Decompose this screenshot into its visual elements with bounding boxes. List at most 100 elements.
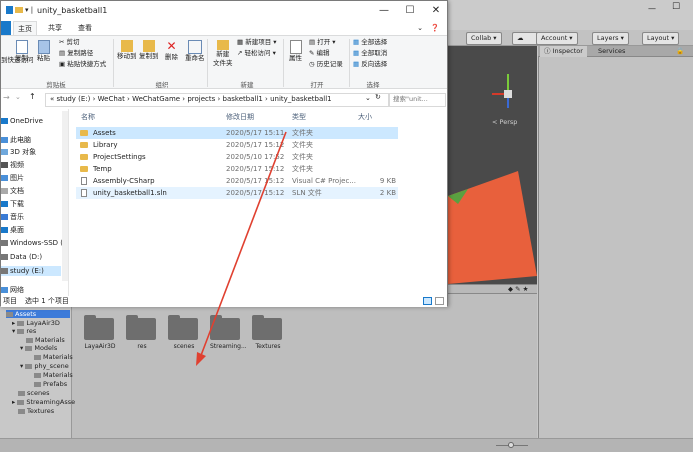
history-button[interactable]: ◷ 历史记录 — [309, 60, 343, 69]
tab-share[interactable]: 共享 — [43, 21, 67, 35]
layers-button[interactable]: Layers ▾ — [592, 32, 629, 45]
help-icon[interactable]: ❓ — [429, 21, 441, 35]
tree-item-res[interactable]: ▾ res — [12, 327, 36, 335]
paste-shortcut-button[interactable]: ▣ 粘贴快捷方式 — [59, 60, 106, 69]
tab-home[interactable]: 主页 — [13, 21, 37, 35]
nav-item-3d[interactable]: 3D 对象 — [1, 147, 36, 157]
up-icon[interactable]: ↑ — [29, 92, 36, 101]
title-bar[interactable]: ▾ | unity_basketball1 — ☐ ✕ — [1, 1, 447, 21]
tab-inspector[interactable]: ⓘ Inspector — [540, 46, 587, 57]
asset-folder[interactable]: res — [126, 315, 158, 350]
asset-folder[interactable]: LayaAir3D — [84, 315, 116, 350]
lock-icon[interactable]: 🔒 — [672, 46, 688, 57]
tab-file[interactable] — [1, 21, 11, 35]
address-dropdown-icon[interactable]: ⌄ — [365, 94, 371, 102]
select-none-button[interactable]: ▦ 全部取消 — [353, 49, 387, 58]
column-header-name[interactable]: 名称 — [81, 112, 95, 122]
asset-folder[interactable]: scenes — [168, 315, 200, 350]
quick-access-toolbar[interactable]: ▾ | — [25, 6, 33, 14]
tree-item-streaming[interactable]: ▸ StreamingAsse — [12, 398, 75, 406]
copy-button[interactable]: 复制 — [15, 40, 28, 63]
nav-item-this-pc[interactable]: 此电脑 — [1, 135, 31, 145]
nav-item-pictures[interactable]: 图片 — [1, 173, 24, 183]
nav-item-network[interactable]: 网络 — [1, 285, 24, 295]
nav-item-videos[interactable]: 视频 — [1, 160, 24, 170]
nav-scrollbar[interactable] — [62, 111, 68, 281]
file-row[interactable]: ProjectSettings 2020/5/10 17:52 文件夹 — [76, 151, 398, 163]
large-icons-view-icon[interactable] — [435, 297, 444, 305]
easy-access-button[interactable]: ↗ 轻松访问 ▾ — [237, 49, 276, 58]
properties-button[interactable]: 属性 — [289, 40, 302, 63]
asset-folder[interactable]: Streaming... — [210, 315, 247, 350]
column-header-type[interactable]: 类型 — [292, 112, 306, 122]
nav-item-drive-d[interactable]: Data (D:) — [1, 252, 42, 262]
file-row[interactable]: Assets 2020/5/17 15:11 文件夹 — [76, 127, 398, 139]
account-button[interactable]: Account ▾ — [536, 32, 578, 45]
cut-button[interactable]: ✂ 剪切 — [59, 38, 80, 47]
asset-folder[interactable]: Textures — [252, 315, 284, 350]
tab-view[interactable]: 查看 — [73, 21, 97, 35]
file-row[interactable]: Assembly-CSharp 2020/5/17 15:12 Visual C# … — [76, 175, 398, 187]
details-view-icon[interactable] — [423, 297, 432, 305]
tree-item-phy-scene[interactable]: ▾ phy_scene — [20, 362, 69, 370]
nav-item-music[interactable]: 音乐 — [1, 212, 24, 222]
project-toolbar-icons[interactable]: ◆ ✎ ★ — [508, 285, 528, 293]
ribbon-collapse-icon[interactable]: ⌄ — [415, 21, 425, 35]
back-icon[interactable]: → — [3, 93, 10, 102]
search-input[interactable]: 搜索"unit... — [389, 93, 446, 107]
tree-item-scenes[interactable]: scenes — [18, 389, 49, 397]
tree-item-assets[interactable]: Assets — [6, 310, 70, 318]
column-header-date[interactable]: 修改日期 — [226, 112, 254, 122]
network-icon — [1, 287, 8, 293]
tree-item-models[interactable]: ▾ Models — [20, 344, 57, 352]
nav-item-documents[interactable]: 文档 — [1, 186, 24, 196]
recent-dropdown-icon[interactable]: ⌄ — [15, 93, 21, 101]
maximize-icon[interactable]: ☐ — [672, 2, 680, 12]
close-icon[interactable]: ✕ — [423, 1, 449, 21]
paste-button[interactable]: 粘贴 — [37, 40, 50, 63]
copy-to-button[interactable]: 复制到 — [139, 40, 159, 61]
scene-view[interactable]: < Persp — [448, 46, 537, 284]
minimize-icon[interactable]: — — [371, 1, 397, 21]
collab-button[interactable]: Collab ▾ — [466, 32, 502, 45]
unity-toolbar: Collab ▾ ☁ Account ▾ Layers ▾ Layout ▾ — [448, 30, 693, 46]
tree-item-prefabs[interactable]: Prefabs — [34, 380, 67, 388]
scene-gizmo[interactable] — [492, 74, 512, 108]
new-item-button[interactable]: ▦ 新建项目 ▾ — [237, 38, 277, 47]
move-to-button[interactable]: 移动到 — [117, 40, 137, 61]
nav-item-drive-e[interactable]: study (E:) — [1, 266, 61, 276]
nav-item-drive-c[interactable]: Windows-SSD (C — [1, 238, 68, 248]
file-name: Temp — [93, 165, 112, 173]
invert-selection-button[interactable]: ▦ 反向选择 — [353, 60, 387, 69]
file-row[interactable]: unity_basketball1.sln 2020/5/17 15:12 SLN … — [76, 187, 398, 199]
column-header-size[interactable]: 大小 — [358, 112, 372, 122]
maximize-icon[interactable]: ☐ — [397, 1, 423, 21]
edit-button[interactable]: ✎ 编辑 — [309, 49, 330, 58]
delete-button[interactable]: ✕ 删除 — [165, 40, 178, 62]
file-row[interactable]: Temp 2020/5/17 15:12 文件夹 — [76, 163, 398, 175]
copy-path-button[interactable]: ▤ 复制路径 — [59, 49, 93, 58]
tree-item-materials[interactable]: Materials — [26, 336, 65, 344]
nav-item-downloads[interactable]: 下载 — [1, 199, 24, 209]
new-folder-button[interactable]: 新建 文件夹 — [213, 40, 233, 68]
layout-button[interactable]: Layout ▾ — [642, 32, 680, 45]
tab-inspector-label: Inspector — [552, 47, 583, 55]
address-field[interactable]: « study (E:) › WeChat › WeChatGame › pro… — [45, 93, 389, 107]
rename-button[interactable]: 重命名 — [185, 40, 205, 63]
nav-item-desktop[interactable]: 桌面 — [1, 225, 24, 235]
refresh-icon[interactable]: ↻ — [375, 93, 381, 101]
minimize-icon[interactable]: — — [648, 4, 656, 13]
tree-item-materials-3[interactable]: Materials — [34, 371, 73, 379]
file-type: Visual C# Projec... — [292, 177, 356, 185]
select-all-button[interactable]: ▦ 全部选择 — [353, 38, 387, 47]
tree-item-materials-2[interactable]: Materials — [34, 353, 73, 361]
tab-services[interactable]: Services — [594, 46, 629, 57]
tree-item-textures[interactable]: Textures — [18, 407, 54, 415]
nav-item-onedrive[interactable]: OneDrive — [1, 116, 43, 126]
copy-to-icon — [142, 40, 155, 52]
zoom-slider-handle[interactable] — [508, 442, 514, 448]
file-row[interactable]: Library 2020/5/17 15:12 文件夹 — [76, 139, 398, 151]
tree-item-layaair3d[interactable]: ▸ LayaAir3D — [12, 319, 60, 327]
nav-label: 音乐 — [10, 213, 24, 221]
open-button[interactable]: ▤ 打开 ▾ — [309, 38, 336, 47]
